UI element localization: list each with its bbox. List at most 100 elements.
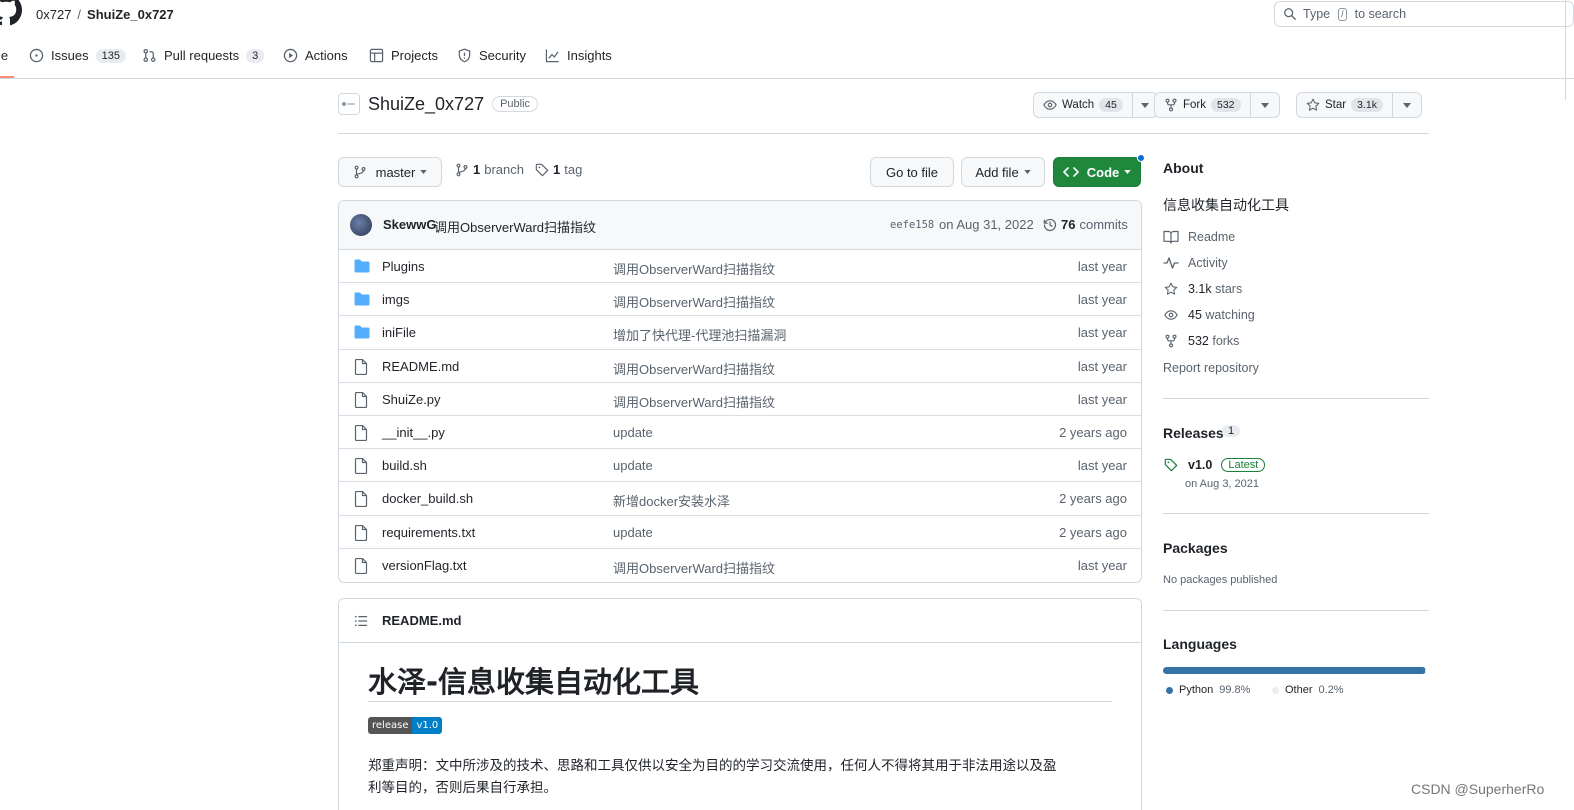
readme-title-divider — [368, 701, 1112, 702]
file-row[interactable]: requirements.txt update 2 years ago — [339, 516, 1141, 549]
file-commit-message-link[interactable]: 调用ObserverWard扫描指纹 — [613, 259, 775, 278]
file-commit-message-link[interactable]: 增加了快代理-代理池扫描漏洞 — [613, 325, 786, 344]
file-icon — [354, 557, 368, 574]
tab-projects[interactable]: Projects — [369, 48, 438, 63]
tab-security[interactable]: Security — [457, 48, 526, 63]
tab-projects-label: Projects — [391, 48, 438, 63]
report-repository-link[interactable]: Report repository — [1163, 361, 1259, 375]
tab-issues-label: Issues — [51, 48, 89, 63]
search-placeholder-suffix: to search — [1354, 7, 1407, 21]
file-commit-message-link[interactable]: update — [613, 458, 653, 473]
latest-badge: Latest — [1221, 458, 1266, 472]
forks-link[interactable]: 532 forks — [1163, 334, 1239, 348]
file-row[interactable]: versionFlag.txt 调用ObserverWard扫描指纹 last ye… — [339, 549, 1141, 582]
file-row[interactable]: docker_build.sh 新增docker安装水泽 2 years ago — [339, 482, 1141, 516]
file-name-link[interactable]: versionFlag.txt — [382, 558, 467, 573]
file-row[interactable]: imgs 调用ObserverWard扫描指纹 last year — [339, 283, 1141, 317]
language-name: Other — [1285, 684, 1313, 696]
file-row[interactable]: README.md 调用ObserverWard扫描指纹 last year — [339, 350, 1141, 383]
stars-link[interactable]: 3.1k stars — [1163, 282, 1242, 296]
file-commit-message-link[interactable]: 调用ObserverWard扫描指纹 — [613, 558, 775, 577]
file-name-link[interactable]: ShuiZe.py — [382, 392, 441, 407]
language-python[interactable]: Python 99.8% — [1166, 684, 1250, 696]
file-row[interactable]: Plugins 调用ObserverWard扫描指纹 last year — [339, 250, 1141, 284]
triangle-down-icon — [1124, 170, 1131, 174]
add-file-label: Add file — [975, 164, 1019, 180]
releases-heading[interactable]: Releases — [1163, 425, 1224, 441]
tab-actions[interactable]: Actions — [283, 48, 348, 63]
breadcrumb-owner-link[interactable]: 0x727 — [36, 7, 71, 22]
fork-button[interactable]: Fork 532 — [1155, 93, 1251, 117]
commit-author-link[interactable]: SkewwG — [383, 217, 436, 232]
file-name-link[interactable]: requirements.txt — [382, 525, 475, 540]
file-name-link[interactable]: Plugins — [382, 259, 425, 274]
file-name-link[interactable]: docker_build.sh — [382, 491, 473, 506]
commit-message-link[interactable]: 调用ObserverWard扫描指纹 — [434, 217, 596, 236]
tags-link[interactable]: 1 tag — [535, 162, 582, 177]
commit-author-avatar[interactable] — [350, 214, 372, 236]
search-input[interactable]: Type / to search — [1274, 1, 1574, 27]
code-button[interactable]: Code — [1053, 157, 1141, 187]
visibility-badge: Public — [492, 96, 539, 112]
file-commit-message-link[interactable]: 新增docker安装水泽 — [613, 491, 730, 510]
star-button[interactable]: Star 3.1k — [1297, 93, 1393, 117]
breadcrumb-repo-link[interactable]: ShuiZe_0x727 — [87, 7, 174, 22]
tab-pull-requests[interactable]: Pull requests 3 — [142, 48, 265, 63]
file-name-link[interactable]: __init__.py — [382, 425, 445, 440]
watch-button[interactable]: Watch 45 — [1034, 93, 1133, 117]
go-to-file-button[interactable]: Go to file — [870, 157, 954, 187]
eye-icon — [1164, 310, 1178, 320]
file-commit-message-link[interactable]: 调用ObserverWard扫描指纹 — [613, 292, 775, 311]
packages-empty-label: No packages published — [1163, 574, 1278, 586]
file-commit-age: last year — [1077, 458, 1127, 474]
branch-select-button[interactable]: master — [338, 157, 442, 187]
fork-dropdown[interactable] — [1251, 93, 1279, 117]
file-commit-message-link[interactable]: 调用ObserverWard扫描指纹 — [613, 359, 775, 378]
file-commit-message-link[interactable]: update — [613, 425, 653, 440]
branches-link[interactable]: 1 branch — [455, 162, 524, 177]
file-icon-wrap — [354, 557, 368, 574]
star-dropdown[interactable] — [1393, 93, 1421, 117]
tab-security-label: Security — [479, 48, 526, 63]
file-row[interactable]: iniFile 增加了快代理-代理池扫描漏洞 last year — [339, 316, 1141, 350]
graph-icon — [545, 49, 559, 63]
watching-label: watching — [1205, 308, 1255, 322]
activity-link[interactable]: Activity — [1163, 256, 1228, 270]
commit-history-link[interactable]: 76 commits — [1043, 217, 1128, 232]
language-other[interactable]: Other 0.2% — [1272, 684, 1344, 696]
file-commit-message-link[interactable]: update — [613, 525, 653, 540]
file-commit-message-link[interactable]: 调用ObserverWard扫描指纹 — [613, 392, 775, 411]
search-placeholder-prefix: Type — [1303, 7, 1331, 21]
repo-title: ShuiZe_0x727 Public — [338, 93, 539, 115]
file-name-link[interactable]: README.md — [382, 359, 459, 374]
commit-count-label: commits — [1079, 217, 1128, 232]
folder-icon-wrap — [354, 292, 370, 306]
readme-filename-link[interactable]: README.md — [382, 613, 461, 628]
language-percent: 0.2% — [1318, 684, 1344, 696]
watch-count: 45 — [1099, 98, 1123, 112]
release-badge[interactable]: release v1.0 — [368, 717, 443, 734]
tags-label: tag — [564, 162, 583, 177]
tab-code[interactable]: le — [0, 48, 8, 63]
file-row[interactable]: __init__.py update 2 years ago — [339, 416, 1141, 450]
list-unordered-icon[interactable] — [354, 614, 368, 628]
repo-name-link[interactable]: ShuiZe_0x727 — [368, 94, 484, 115]
tab-issues[interactable]: Issues 135 — [29, 48, 126, 63]
packages-heading[interactable]: Packages — [1163, 540, 1228, 556]
release-item[interactable]: v1.0 Latest — [1163, 458, 1266, 472]
file-row[interactable]: ShuiZe.py 调用ObserverWard扫描指纹 last year — [339, 383, 1141, 416]
owner-avatar[interactable] — [338, 93, 360, 115]
readme-disclaimer-line2: 利等目的，否则后果自行承担。 — [368, 780, 557, 795]
tab-insights[interactable]: Insights — [545, 48, 612, 63]
branch-name: master — [375, 164, 416, 180]
commit-sha-link[interactable]: eefe158 — [890, 219, 934, 231]
file-row[interactable]: build.sh update last year — [339, 449, 1141, 483]
file-name-link[interactable]: iniFile — [382, 325, 416, 340]
watching-link[interactable]: 45 watching — [1163, 308, 1255, 322]
file-name-link[interactable]: build.sh — [382, 458, 427, 473]
add-file-button[interactable]: Add file — [961, 157, 1045, 187]
readme-link[interactable]: Readme — [1163, 230, 1235, 244]
file-name-link[interactable]: imgs — [382, 292, 409, 307]
github-logo-icon[interactable] — [0, 0, 22, 26]
readme-disclaimer-line1: 郑重声明：文中所涉及的技术、思路和工具仅供以安全为目的的学习交流使用，任何人不得… — [368, 758, 1057, 773]
